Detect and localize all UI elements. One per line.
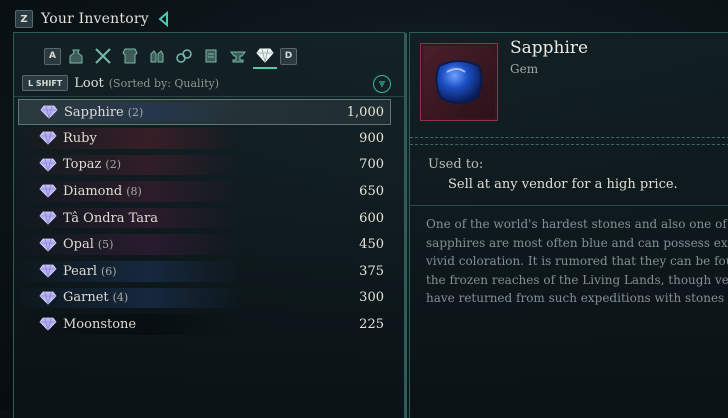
category-tabs: A D xyxy=(44,43,297,69)
sapphire-gem-icon xyxy=(435,60,483,104)
item-detail-panel: Sapphire Gem Used to: Sell at any vendor… xyxy=(409,32,728,418)
back-arrow-icon[interactable] xyxy=(157,11,169,27)
panel-rail xyxy=(405,33,407,418)
category-label: Loot xyxy=(74,75,104,91)
list-item[interactable]: Sapphire (2) 1,000 xyxy=(18,99,391,125)
rings-icon[interactable] xyxy=(172,44,196,68)
detail-separator xyxy=(410,137,728,145)
inventory-header: Z Your Inventory xyxy=(15,8,169,30)
crossed-swords-icon[interactable] xyxy=(91,44,115,68)
inventory-title: Your Inventory xyxy=(41,11,149,27)
description-line: vivid coloration. It is rumored that the… xyxy=(426,254,728,269)
item-count: (6) xyxy=(100,264,117,278)
gem-icon xyxy=(39,238,57,252)
item-count: (2) xyxy=(105,158,122,172)
item-count: (2) xyxy=(127,105,144,119)
list-item[interactable]: Garnet (4) 300 xyxy=(14,285,404,312)
armor-icon[interactable] xyxy=(118,44,142,68)
list-item[interactable]: Tâ Ondra Tara 600 xyxy=(14,205,404,232)
item-name: Opal xyxy=(63,237,94,253)
item-value: 375 xyxy=(359,263,384,279)
list-item[interactable]: Ruby 900 xyxy=(14,125,404,152)
list-divider xyxy=(14,96,404,97)
gem-icon xyxy=(39,131,57,145)
sort-toggle-icon[interactable] xyxy=(373,75,391,93)
used-to-text: Sell at any vendor for a high price. xyxy=(448,177,678,192)
anvil-icon[interactable] xyxy=(226,44,250,68)
item-name: Sapphire xyxy=(64,104,124,120)
list-item[interactable]: Diamond (8) 650 xyxy=(14,178,404,205)
item-name: Diamond xyxy=(63,183,123,199)
description-line: One of the world's hardest stones and al… xyxy=(426,217,727,231)
item-name: Ruby xyxy=(63,130,97,146)
description-line: the frozen reaches of the Living Lands, … xyxy=(426,272,728,287)
next-tab-hotkey[interactable]: D xyxy=(280,47,297,65)
item-thumbnail xyxy=(420,43,498,121)
used-to-label: Used to: xyxy=(428,157,484,172)
gem-icon xyxy=(39,264,57,278)
item-name: Topaz xyxy=(63,157,102,173)
item-name: Garnet xyxy=(63,290,109,306)
potion-bag-icon[interactable] xyxy=(64,44,88,68)
inventory-hotkey[interactable]: Z xyxy=(15,10,33,28)
detail-item-name: Sapphire xyxy=(510,38,589,58)
item-description: One of the world's hardest stones and al… xyxy=(426,215,728,308)
gem-icon xyxy=(39,211,57,225)
loot-header: L SHIFT Loot (Sorted by: Quality) xyxy=(22,73,394,93)
item-value: 450 xyxy=(359,237,384,253)
scroll-icon[interactable] xyxy=(199,44,223,68)
prev-tab-hotkey[interactable]: A xyxy=(44,47,61,65)
item-list: Sapphire (2) 1,000 Ruby 900 Topaz (2) 700 Diamon… xyxy=(14,99,404,338)
item-count: (5) xyxy=(97,238,114,252)
list-item[interactable]: Moonstone 225 xyxy=(14,311,404,338)
gem-icon xyxy=(39,185,57,199)
list-item[interactable]: Opal (5) 450 xyxy=(14,231,404,258)
item-count: (4) xyxy=(112,291,129,305)
item-value: 1,000 xyxy=(346,104,384,120)
detail-item-type: Gem xyxy=(510,62,539,76)
hands-icon[interactable] xyxy=(145,44,169,68)
gem-icon xyxy=(40,105,58,119)
item-name: Pearl xyxy=(63,263,97,279)
description-line: have returned from such expeditions with… xyxy=(426,291,728,306)
item-value: 225 xyxy=(359,316,384,332)
gem-icon xyxy=(39,318,57,332)
gem-icon xyxy=(39,291,57,305)
item-value: 900 xyxy=(359,130,384,146)
list-item[interactable]: Topaz (2) 700 xyxy=(14,152,404,179)
item-value: 700 xyxy=(359,157,384,173)
sort-label: (Sorted by: Quality) xyxy=(108,76,220,90)
description-separator xyxy=(410,205,728,206)
inventory-list-panel: A D L SHIFT Loot (Sorted by: Quality) Sa… xyxy=(13,32,407,418)
sort-hotkey[interactable]: L SHIFT xyxy=(22,75,69,91)
item-value: 600 xyxy=(359,210,384,226)
gem-icon xyxy=(39,158,57,172)
item-name: Tâ Ondra Tara xyxy=(63,210,159,226)
description-line: sapphires are most often blue and can po… xyxy=(426,235,728,250)
item-value: 650 xyxy=(359,183,384,199)
gem-icon[interactable] xyxy=(253,43,277,69)
list-item[interactable]: Pearl (6) 375 xyxy=(14,258,404,285)
item-name: Moonstone xyxy=(63,316,137,332)
item-value: 300 xyxy=(359,290,384,306)
item-count: (8) xyxy=(126,184,142,198)
